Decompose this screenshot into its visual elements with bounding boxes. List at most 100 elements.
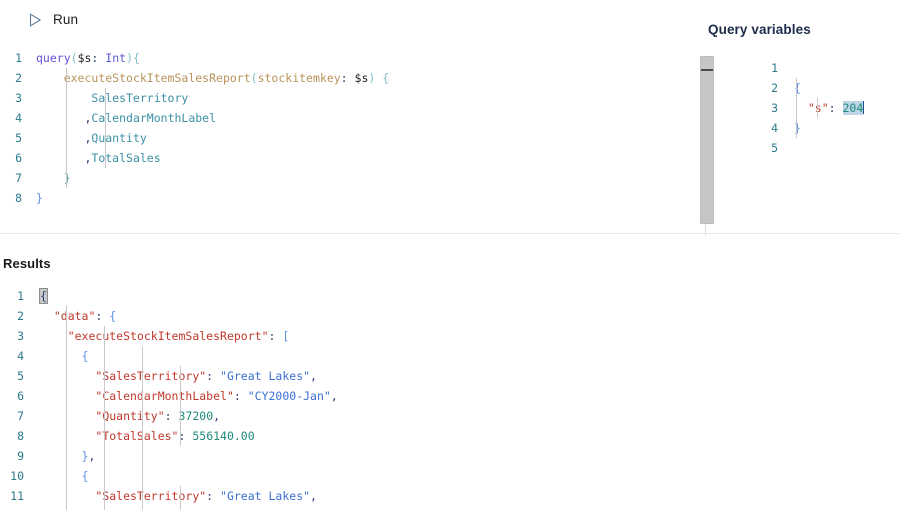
line-content: SalesTerritory <box>36 88 188 108</box>
indent-guide <box>66 306 67 510</box>
editor-line[interactable]: 9 }, <box>0 446 900 466</box>
results-editor-lines[interactable]: 1{2 "data": {3 "executeStockItemSalesRep… <box>0 286 900 510</box>
editor-line[interactable]: 7 "Quantity": 37200, <box>0 406 900 426</box>
query-variables-editor[interactable]: 1 2{3 "s": 204 4} 5 <box>756 58 865 158</box>
line-content: "SalesTerritory": "Great Lakes", <box>40 366 317 386</box>
indent-guide <box>105 88 106 168</box>
line-number: 8 <box>17 429 24 443</box>
editor-line[interactable]: 3 SalesTerritory <box>0 88 660 108</box>
line-content: "s": 204 <box>794 98 865 118</box>
query-variables-title: Query variables <box>708 22 811 37</box>
code-token: : <box>340 71 355 85</box>
line-content: "Quantity": 37200, <box>40 406 220 426</box>
query-editor-lines[interactable]: 1 query($s: Int){2 executeStockItemSalesR… <box>0 48 660 208</box>
editor-line[interactable]: 1 query($s: Int){ <box>0 48 660 68</box>
indent-guide <box>180 486 181 510</box>
editor-line[interactable]: 10 { <box>0 466 900 486</box>
text-caret <box>863 101 865 114</box>
editor-line[interactable]: 2 "data": { <box>0 306 900 326</box>
code-token: { <box>39 288 48 304</box>
line-number: 8 <box>15 191 22 205</box>
editor-line[interactable]: 12 "CalendarMonthLabel": "CY2000-Feb", <box>0 506 900 510</box>
editor-line[interactable]: 8 "TotalSales": 556140.00 <box>0 426 900 446</box>
line-number: 2 <box>15 71 22 85</box>
editor-line[interactable]: 8} <box>0 188 660 208</box>
line-number: 9 <box>17 449 24 463</box>
code-token: { <box>133 51 140 65</box>
code-token: } <box>63 171 71 185</box>
line-content: "CalendarMonthLabel": "CY2000-Feb", <box>40 506 337 510</box>
editor-line[interactable]: 3 "executeStockItemSalesReport": [ <box>0 326 900 346</box>
code-token: "TotalSales" <box>95 429 179 443</box>
line-content: "CalendarMonthLabel": "CY2000-Jan", <box>40 386 337 406</box>
code-token: CalendarMonthLabel <box>91 111 217 125</box>
editor-line[interactable]: 3 "s": 204 <box>756 98 865 118</box>
editor-line[interactable]: 2 executeStockItemSalesReport(stockitemk… <box>0 68 660 88</box>
editor-line[interactable]: 7 } <box>0 168 660 188</box>
code-token: "Quantity" <box>95 409 165 423</box>
editor-line[interactable]: 11 "SalesTerritory": "Great Lakes", <box>0 486 900 506</box>
line-number: 11 <box>10 489 24 503</box>
editor-line[interactable]: 1 <box>756 58 864 78</box>
editor-line[interactable]: 6 ,TotalSales <box>0 148 660 168</box>
code-token: "data" <box>53 309 96 323</box>
editor-line[interactable]: 2{ <box>756 78 864 98</box>
editor-line[interactable]: 5 ,Quantity <box>0 128 660 148</box>
line-content: ,Quantity <box>36 128 146 148</box>
line-number: 7 <box>15 171 22 185</box>
code-token: , <box>310 369 317 383</box>
line-number: 1 <box>15 51 22 65</box>
code-token: "CalendarMonthLabel" <box>95 389 234 403</box>
code-token: : <box>828 101 843 115</box>
code-token: : <box>206 369 221 383</box>
editor-line[interactable]: 5 "SalesTerritory": "Great Lakes", <box>0 366 900 386</box>
code-token: ) <box>126 51 133 65</box>
code-token: : <box>233 389 248 403</box>
results-viewer[interactable]: 1{2 "data": {3 "executeStockItemSalesRep… <box>0 286 900 510</box>
code-token: 556140.00 <box>192 429 255 443</box>
code-token: : <box>268 329 283 343</box>
line-number: 2 <box>771 81 778 95</box>
editor-line[interactable]: 6 "CalendarMonthLabel": "CY2000-Jan", <box>0 386 900 406</box>
line-number: 5 <box>771 141 778 155</box>
code-token: "SalesTerritory" <box>95 369 207 383</box>
run-button-label: Run <box>53 12 79 27</box>
code-token: 204 <box>842 101 864 115</box>
line-number: 10 <box>10 469 24 483</box>
line-content: { <box>40 466 89 486</box>
code-token: "SalesTerritory" <box>95 489 207 503</box>
line-content: ,TotalSales <box>36 148 161 168</box>
editor-line[interactable]: 5 <box>756 138 864 158</box>
line-number: 1 <box>771 61 778 75</box>
run-button[interactable]: Run <box>25 10 82 29</box>
indent-guide <box>817 98 818 118</box>
line-content: "SalesTerritory": "Great Lakes", <box>40 486 317 506</box>
editor-line[interactable]: 1{ <box>0 286 900 306</box>
play-triangle-icon <box>29 13 42 27</box>
line-number: 7 <box>17 409 24 423</box>
editor-line[interactable]: 4 { <box>0 346 900 366</box>
line-number: 4 <box>771 121 778 135</box>
editor-line[interactable]: 4 ,CalendarMonthLabel <box>0 108 660 128</box>
line-content: "executeStockItemSalesReport": [ <box>40 326 290 346</box>
code-token: "CY2000-Jan" <box>247 389 331 403</box>
line-content: { <box>39 286 48 306</box>
line-content: }, <box>40 446 96 466</box>
code-token: TotalSales <box>91 151 161 165</box>
graphql-query-editor[interactable]: 1 query($s: Int){2 executeStockItemSalesR… <box>0 48 660 228</box>
line-number: 1 <box>17 289 24 303</box>
code-token: : <box>164 409 179 423</box>
editor-line[interactable]: 4} <box>756 118 864 138</box>
line-number: 3 <box>17 329 24 343</box>
line-number: 6 <box>17 389 24 403</box>
